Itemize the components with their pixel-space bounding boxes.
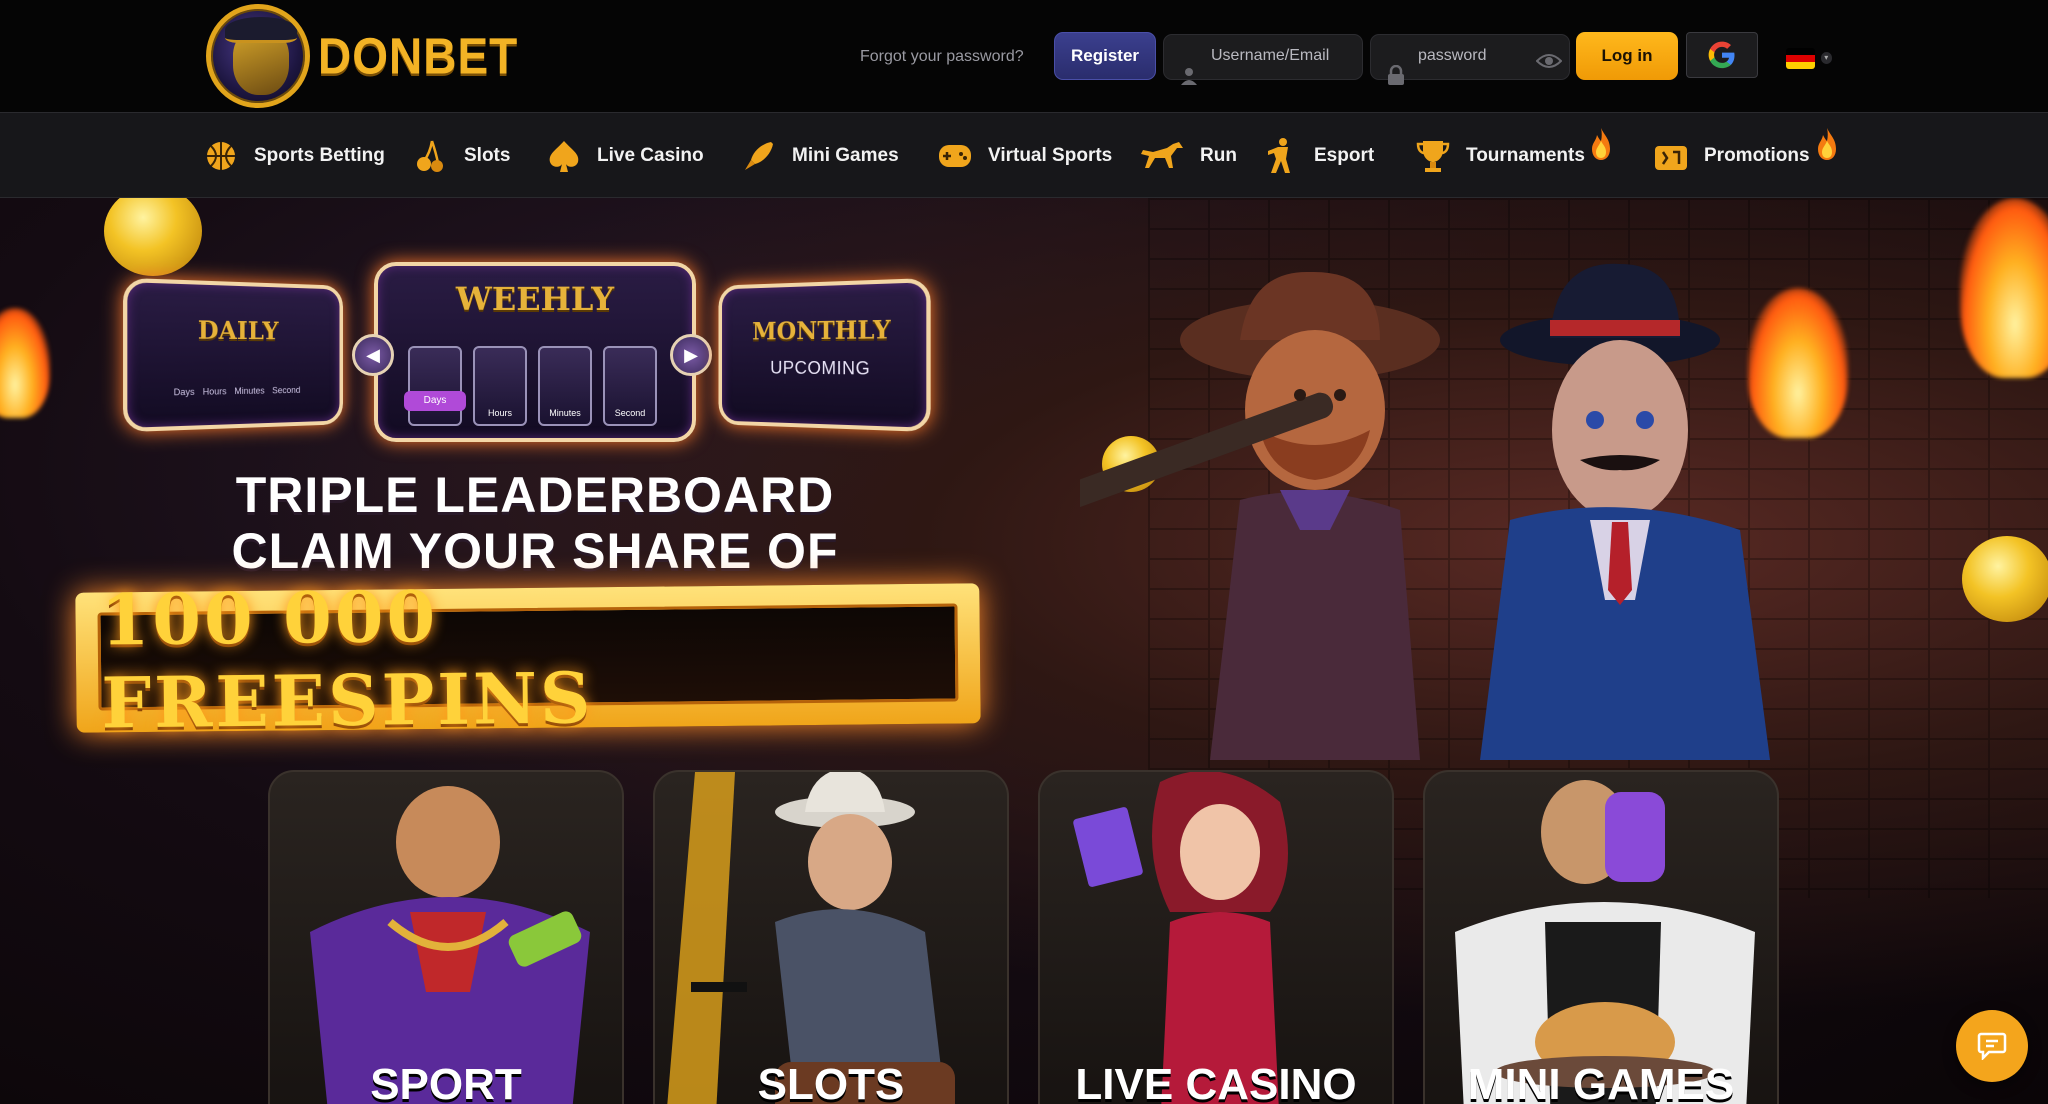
nav-label: Sports Betting bbox=[254, 145, 385, 166]
horse-icon bbox=[1138, 137, 1186, 175]
google-login-button[interactable] bbox=[1686, 32, 1758, 78]
live-chat-button[interactable] bbox=[1956, 1010, 2028, 1082]
language-selector[interactable]: ▾ bbox=[1786, 46, 1832, 70]
cowboy-and-mobster-characters bbox=[1080, 263, 1770, 760]
leaderboard-weekly-card[interactable]: WEEHLY Hours Minutes Second bbox=[374, 262, 696, 442]
donbet-logo[interactable]: DONBET bbox=[206, 4, 518, 108]
leaderboard-daily-title: DAILY bbox=[197, 315, 279, 346]
live-casino-character-illustration bbox=[1073, 772, 1288, 1104]
category-label-slots: SLOTS bbox=[757, 1060, 905, 1104]
days-tag: Days bbox=[404, 391, 466, 411]
nav-label: Promotions bbox=[1704, 145, 1810, 166]
hot-flame-icon bbox=[1592, 128, 1610, 160]
unit-hours: Hours bbox=[487, 408, 512, 418]
user-icon bbox=[1181, 68, 1197, 85]
site-header: DONBET Forgot your password? Register Us… bbox=[0, 0, 2048, 112]
unit-hours: Hours bbox=[202, 386, 227, 397]
category-label-live-casino: LIVE CASINO bbox=[1075, 1060, 1357, 1104]
gold-coin-decoration bbox=[104, 198, 202, 276]
category-label-sport: SPORT bbox=[370, 1060, 522, 1104]
lock-icon bbox=[1388, 65, 1404, 85]
password-placeholder: password bbox=[1418, 47, 1487, 64]
gamepad-icon bbox=[936, 137, 974, 175]
nav-item-run[interactable]: Run bbox=[1138, 113, 1237, 199]
unit-second: Second bbox=[614, 408, 646, 418]
soldier-icon bbox=[1262, 137, 1300, 175]
category-card-sport[interactable] bbox=[268, 770, 624, 1104]
leaderboard-monthly-title: MONTHLY bbox=[752, 314, 891, 346]
nav-label: Run bbox=[1200, 145, 1237, 166]
main-nav: Sports Betting Slots Live Casino Mini Ga… bbox=[0, 112, 2048, 198]
basketball-icon bbox=[202, 137, 240, 175]
countdown-slot-minutes: Minutes bbox=[538, 346, 592, 426]
mini-games-character-illustration bbox=[1455, 780, 1755, 1104]
headline-line1: TRIPLE LEADERBOARD bbox=[235, 467, 835, 523]
gift-icon bbox=[1652, 137, 1690, 175]
forgot-password-link[interactable]: Forgot your password? bbox=[860, 48, 1024, 66]
eye-icon[interactable] bbox=[1536, 53, 1562, 69]
torch-flame-left bbox=[0, 308, 50, 418]
spade-icon bbox=[545, 137, 583, 175]
sport-character-illustration bbox=[310, 786, 590, 1104]
leaderboard-monthly-status: UPCOMING bbox=[770, 357, 871, 379]
nav-item-sports-betting[interactable]: Sports Betting bbox=[202, 113, 385, 199]
nav-label: Virtual Sports bbox=[988, 145, 1113, 166]
nav-item-esport[interactable]: Esport bbox=[1262, 113, 1374, 199]
register-button[interactable]: Register bbox=[1054, 32, 1156, 80]
nav-label: Esport bbox=[1314, 145, 1375, 166]
nav-label: Mini Games bbox=[792, 145, 899, 166]
unit-days: Days bbox=[173, 386, 195, 398]
rocket-icon bbox=[740, 137, 778, 175]
unit-minutes: Minutes bbox=[234, 385, 265, 397]
freespins-text: 100 000 FREESPINS bbox=[100, 574, 594, 745]
germany-flag-icon bbox=[1786, 47, 1815, 69]
chevron-right-icon: ▶ bbox=[684, 344, 698, 365]
carousel-prev-button[interactable]: ◀ bbox=[352, 334, 394, 376]
nav-item-tournaments[interactable]: Tournaments bbox=[1414, 113, 1585, 199]
unit-minutes: Minutes bbox=[549, 408, 581, 418]
logo-mascot-icon bbox=[206, 4, 310, 108]
countdown-slot-days bbox=[408, 346, 462, 426]
category-label-mini-games: MINI GAMES bbox=[1467, 1060, 1735, 1104]
username-field[interactable]: Username/Email bbox=[1163, 34, 1363, 85]
brand-name: DONBET bbox=[318, 27, 519, 85]
username-placeholder: Username/Email bbox=[1211, 47, 1330, 64]
leaderboard-daily-card[interactable]: DAILY Days Hours Minutes Second bbox=[123, 277, 343, 433]
nav-item-promotions[interactable]: Promotions bbox=[1652, 113, 1810, 199]
chevron-down-icon: ▾ bbox=[1820, 52, 1832, 64]
countdown-slot-hours: Hours bbox=[473, 346, 527, 426]
nav-label: Live Casino bbox=[597, 145, 704, 166]
nav-item-virtual-sports[interactable]: Virtual Sports bbox=[936, 113, 1112, 199]
slots-character-illustration bbox=[667, 772, 955, 1104]
leaderboard-monthly-card[interactable]: MONTHLY UPCOMING bbox=[718, 277, 931, 433]
carousel-next-button[interactable]: ▶ bbox=[670, 334, 712, 376]
nav-item-slots[interactable]: Slots bbox=[412, 113, 510, 199]
nav-item-live-casino[interactable]: Live Casino bbox=[545, 113, 704, 199]
google-icon bbox=[1708, 41, 1735, 69]
category-card-live-casino[interactable] bbox=[1038, 770, 1394, 1104]
freespins-banner: 100 000 FREESPINS bbox=[75, 575, 981, 744]
nav-label: Slots bbox=[464, 145, 511, 166]
leaderboard-weekly-title: WEEHLY bbox=[455, 280, 615, 318]
category-card-slots[interactable] bbox=[653, 770, 1009, 1104]
daily-countdown-units: Days Hours Minutes Second bbox=[127, 384, 339, 398]
trophy-icon bbox=[1414, 137, 1452, 175]
gold-coin-decoration bbox=[1962, 536, 2048, 622]
nav-label: Tournaments bbox=[1466, 145, 1585, 166]
password-field[interactable]: password bbox=[1370, 34, 1570, 85]
category-card-mini-games[interactable] bbox=[1423, 770, 1779, 1104]
countdown-slot-second: Second bbox=[603, 346, 657, 426]
login-button[interactable]: Log in bbox=[1576, 32, 1678, 80]
chevron-left-icon: ◀ bbox=[366, 344, 380, 365]
hot-flame-icon bbox=[1818, 128, 1836, 160]
unit-second: Second bbox=[272, 385, 301, 396]
chat-bubble-icon bbox=[1977, 1032, 2007, 1060]
cherry-icon bbox=[412, 137, 450, 175]
nav-item-mini-games[interactable]: Mini Games bbox=[740, 113, 899, 199]
